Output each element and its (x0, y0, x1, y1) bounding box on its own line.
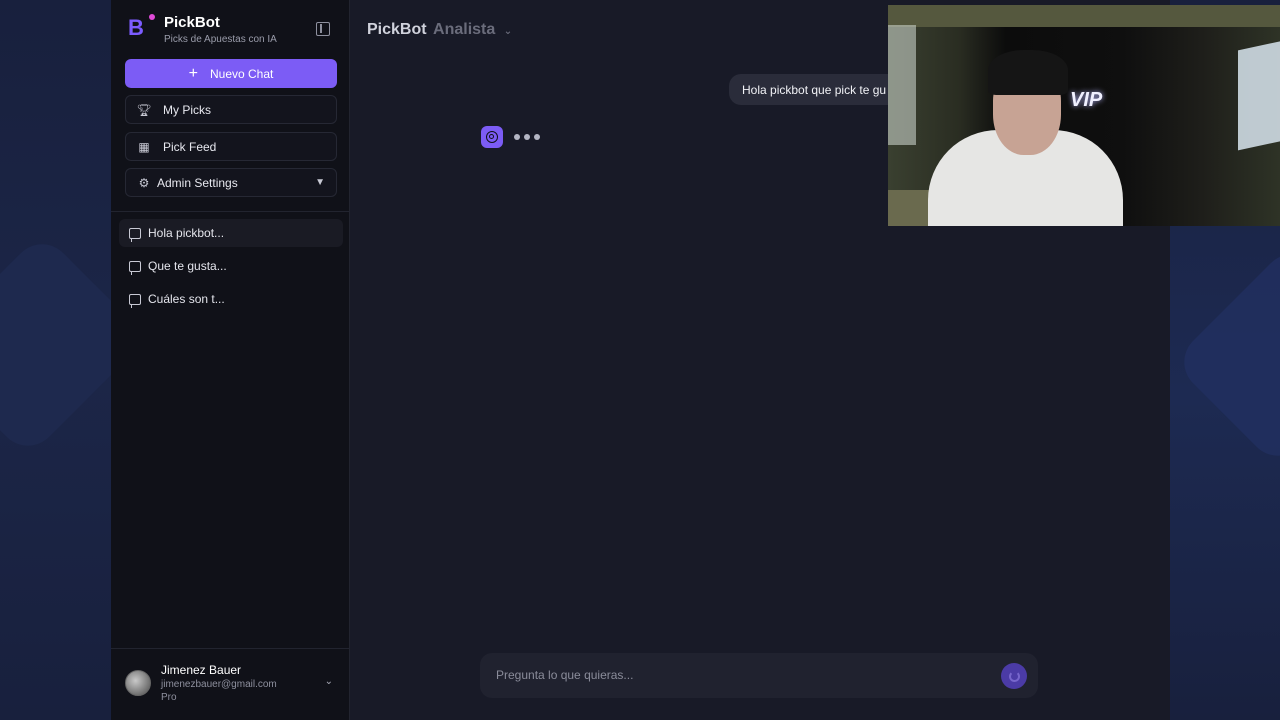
message-icon (129, 260, 141, 275)
chat-history-item[interactable]: Cuáles son t... (119, 285, 343, 313)
user-name: Jimenez Bauer (161, 663, 242, 677)
chat-title: Que te gusta... (148, 259, 227, 273)
desktop-background-left (0, 0, 149, 720)
chat-history-item[interactable]: Que te gusta... (119, 252, 343, 280)
message-icon (129, 293, 141, 308)
loading-spinner-icon (1008, 670, 1020, 682)
trophy-icon: 🏆︎ (136, 102, 152, 117)
user-email: jimenezbauer@gmail.com (161, 679, 277, 690)
chat-title: Cuáles son t... (148, 292, 225, 306)
nav-my-picks[interactable]: 🏆︎ My Picks (125, 95, 337, 124)
model-name: PickBot (367, 21, 427, 38)
divider (111, 211, 350, 212)
nav-admin-settings[interactable]: ⚙ Admin Settings ▼ (125, 168, 337, 197)
avatar (125, 670, 151, 696)
neon-sign: VIP (1070, 89, 1103, 111)
divider (111, 648, 350, 649)
nav-label: My Picks (163, 102, 211, 117)
typing-indicator (514, 134, 540, 140)
message-icon (129, 227, 141, 242)
chevron-down-icon: ⌄ (324, 676, 333, 687)
chevron-down-icon: ⌄ (503, 26, 513, 37)
collapse-sidebar-icon[interactable] (316, 22, 330, 36)
plus-icon: + (188, 64, 198, 82)
chat-input[interactable] (496, 666, 976, 684)
webcam-overlay: VIP (888, 5, 1280, 226)
gear-icon: ⚙ (138, 175, 150, 190)
new-chat-label: Nuevo Chat (209, 66, 274, 81)
nav-label: Pick Feed (163, 139, 217, 154)
nav-label: Admin Settings (157, 175, 238, 190)
chat-history-item[interactable]: Hola pickbot... (119, 219, 343, 247)
pickbot-logo-icon: B (128, 14, 155, 40)
app-title: PickBot (164, 14, 220, 31)
user-menu[interactable]: Jimenez Bauer jimenezbauer@gmail.com Pro… (125, 662, 337, 706)
composer (480, 653, 1038, 698)
model-mode: Analista (433, 21, 496, 38)
app-tagline: Picks de Apuestas con IA (164, 34, 277, 45)
new-chat-button[interactable]: + Nuevo Chat (125, 59, 337, 88)
chat-title: Hola pickbot... (148, 226, 225, 240)
brand: B PickBot Picks de Apuestas con IA (128, 13, 277, 45)
send-button[interactable] (1001, 663, 1027, 689)
nav-pick-feed[interactable]: ▦ Pick Feed (125, 132, 337, 161)
grid-icon: ▦ (138, 139, 150, 154)
background-shape (1171, 241, 1280, 469)
bot-avatar-icon (481, 126, 503, 148)
user-plan-badge: Pro (161, 692, 177, 703)
chevron-down-icon: ▼ (315, 177, 325, 188)
model-selector[interactable]: PickBot Analista ⌄ (367, 21, 512, 39)
sidebar: B PickBot Picks de Apuestas con IA + Nue… (111, 0, 350, 720)
